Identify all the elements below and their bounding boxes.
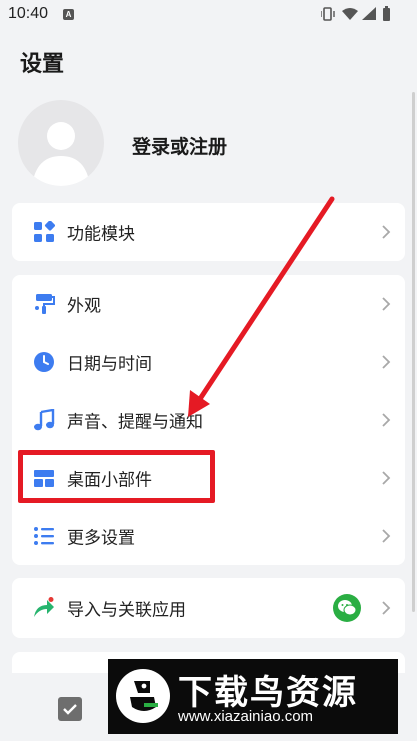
- scrollbar[interactable]: [412, 92, 415, 612]
- chevron-right-icon: [382, 297, 391, 311]
- grid-apps-icon: [34, 221, 55, 242]
- settings-card-import: 导入与关联应用: [12, 578, 405, 638]
- bird-logo-icon: [116, 669, 170, 723]
- wechat-icon: [333, 594, 361, 622]
- user-placeholder-icon: [32, 122, 90, 186]
- watermark-title: 下载鸟资源: [178, 673, 358, 713]
- signal-icon: [362, 7, 376, 20]
- chevron-right-icon: [382, 355, 391, 369]
- status-bar: 10:40 A: [0, 0, 417, 30]
- chevron-right-icon: [382, 413, 391, 427]
- settings-item-more-settings[interactable]: 更多设置: [12, 507, 405, 565]
- watermark: 下载鸟资源 www.xiazainiao.com: [108, 659, 398, 734]
- settings-item-feature-modules[interactable]: 功能模块: [12, 203, 405, 261]
- settings-item-import-apps[interactable]: 导入与关联应用: [12, 578, 405, 638]
- clock-icon: [34, 352, 54, 372]
- chevron-right-icon: [382, 225, 391, 239]
- login-register-link[interactable]: 登录或注册: [132, 132, 227, 159]
- chevron-right-icon: [382, 529, 391, 543]
- chevron-right-icon: [382, 601, 391, 615]
- music-note-icon: [34, 409, 55, 431]
- settings-card-general: 外观 日期与时间 声音、提醒与通知 桌面小部件 更多设置: [12, 275, 405, 565]
- settings-item-sound-notify[interactable]: 声音、提醒与通知: [12, 391, 405, 449]
- settings-item-label: 外观: [67, 296, 101, 317]
- settings-card-modules: 功能模块: [12, 203, 405, 261]
- vibrate-icon: [321, 7, 335, 21]
- settings-item-label: 日期与时间: [67, 354, 152, 375]
- list-icon: [34, 527, 54, 545]
- profile-section[interactable]: 登录或注册: [18, 100, 398, 190]
- chevron-right-icon: [382, 471, 391, 485]
- settings-item-label: 声音、提醒与通知: [67, 412, 203, 433]
- settings-item-label: 更多设置: [67, 528, 135, 549]
- status-icons: [321, 6, 390, 21]
- sim-badge: A: [63, 9, 74, 20]
- paint-roller-icon: [35, 294, 55, 314]
- battery-icon: [383, 6, 390, 21]
- highlight-box: [18, 450, 215, 503]
- status-time: 10:40: [8, 5, 49, 22]
- checkbox-icon[interactable]: [58, 697, 82, 721]
- avatar[interactable]: [18, 100, 104, 186]
- page-title: 设置: [20, 52, 65, 77]
- wifi-icon: [342, 8, 358, 20]
- settings-item-label: 功能模块: [67, 224, 135, 245]
- settings-item-appearance[interactable]: 外观: [12, 275, 405, 333]
- share-arrow-icon: [34, 597, 54, 617]
- watermark-url: www.xiazainiao.com: [178, 708, 314, 725]
- settings-item-label: 导入与关联应用: [67, 600, 186, 621]
- settings-item-date-time[interactable]: 日期与时间: [12, 333, 405, 391]
